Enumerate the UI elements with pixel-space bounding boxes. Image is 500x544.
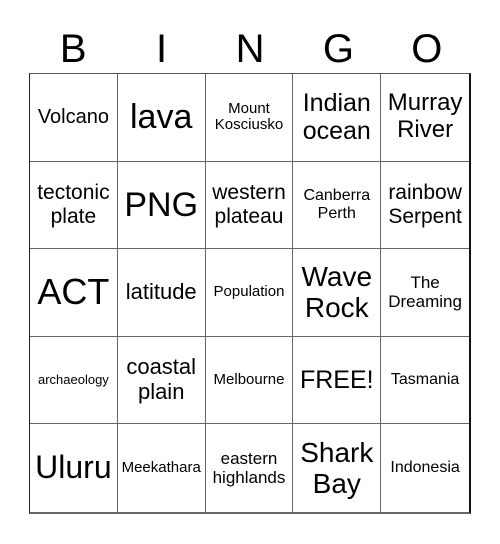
header-letter-n: N — [235, 27, 265, 71]
bingo-cell[interactable]: Melbourne — [205, 336, 294, 425]
bingo-cell[interactable]: Uluru — [30, 424, 118, 512]
bingo-cell[interactable]: lava — [117, 74, 206, 162]
bingo-cell[interactable]: archaeology — [30, 336, 118, 425]
bingo-cell[interactable]: western plateau — [205, 161, 294, 250]
bingo-cell[interactable]: latitude — [117, 249, 206, 337]
bingo-cell[interactable]: Canberra Perth — [293, 161, 382, 250]
header-letter-b: B — [59, 27, 87, 71]
header-letter-i: I — [156, 27, 168, 71]
bingo-cell[interactable]: tectonic plate — [30, 161, 118, 250]
bingo-cell[interactable]: Wave Rock — [293, 249, 382, 337]
bingo-cell[interactable]: Tasmania — [381, 337, 469, 425]
bingo-cell[interactable]: Murray River — [381, 74, 469, 162]
bingo-cell[interactable]: eastern highlands — [206, 424, 294, 512]
bingo-grid: Volcano lava Mount Kosciusko Indian ocea… — [29, 73, 471, 514]
bingo-cell[interactable]: ACT — [30, 249, 118, 337]
bingo-cell[interactable]: PNG — [117, 161, 206, 250]
bingo-cell[interactable]: Mount Kosciusko — [205, 74, 294, 162]
bingo-cell[interactable]: Indonesia — [381, 424, 469, 512]
bingo-cell[interactable]: Population — [205, 249, 294, 337]
header-letter-o: O — [411, 27, 443, 71]
bingo-cell[interactable]: Shark Bay — [293, 424, 382, 512]
bingo-cell[interactable]: Meekathara — [118, 424, 206, 512]
bingo-cell[interactable]: The Dreaming — [381, 249, 469, 337]
header-letter-g: G — [322, 27, 354, 71]
bingo-cell[interactable]: rainbow Serpent — [381, 162, 469, 250]
free-space-cell[interactable]: FREE! — [293, 336, 382, 425]
bingo-header: B I N G O — [29, 26, 471, 72]
bingo-cell[interactable]: Volcano — [30, 74, 118, 162]
bingo-cell[interactable]: Indian ocean — [293, 74, 382, 162]
bingo-cell[interactable]: coastal plain — [117, 336, 206, 425]
